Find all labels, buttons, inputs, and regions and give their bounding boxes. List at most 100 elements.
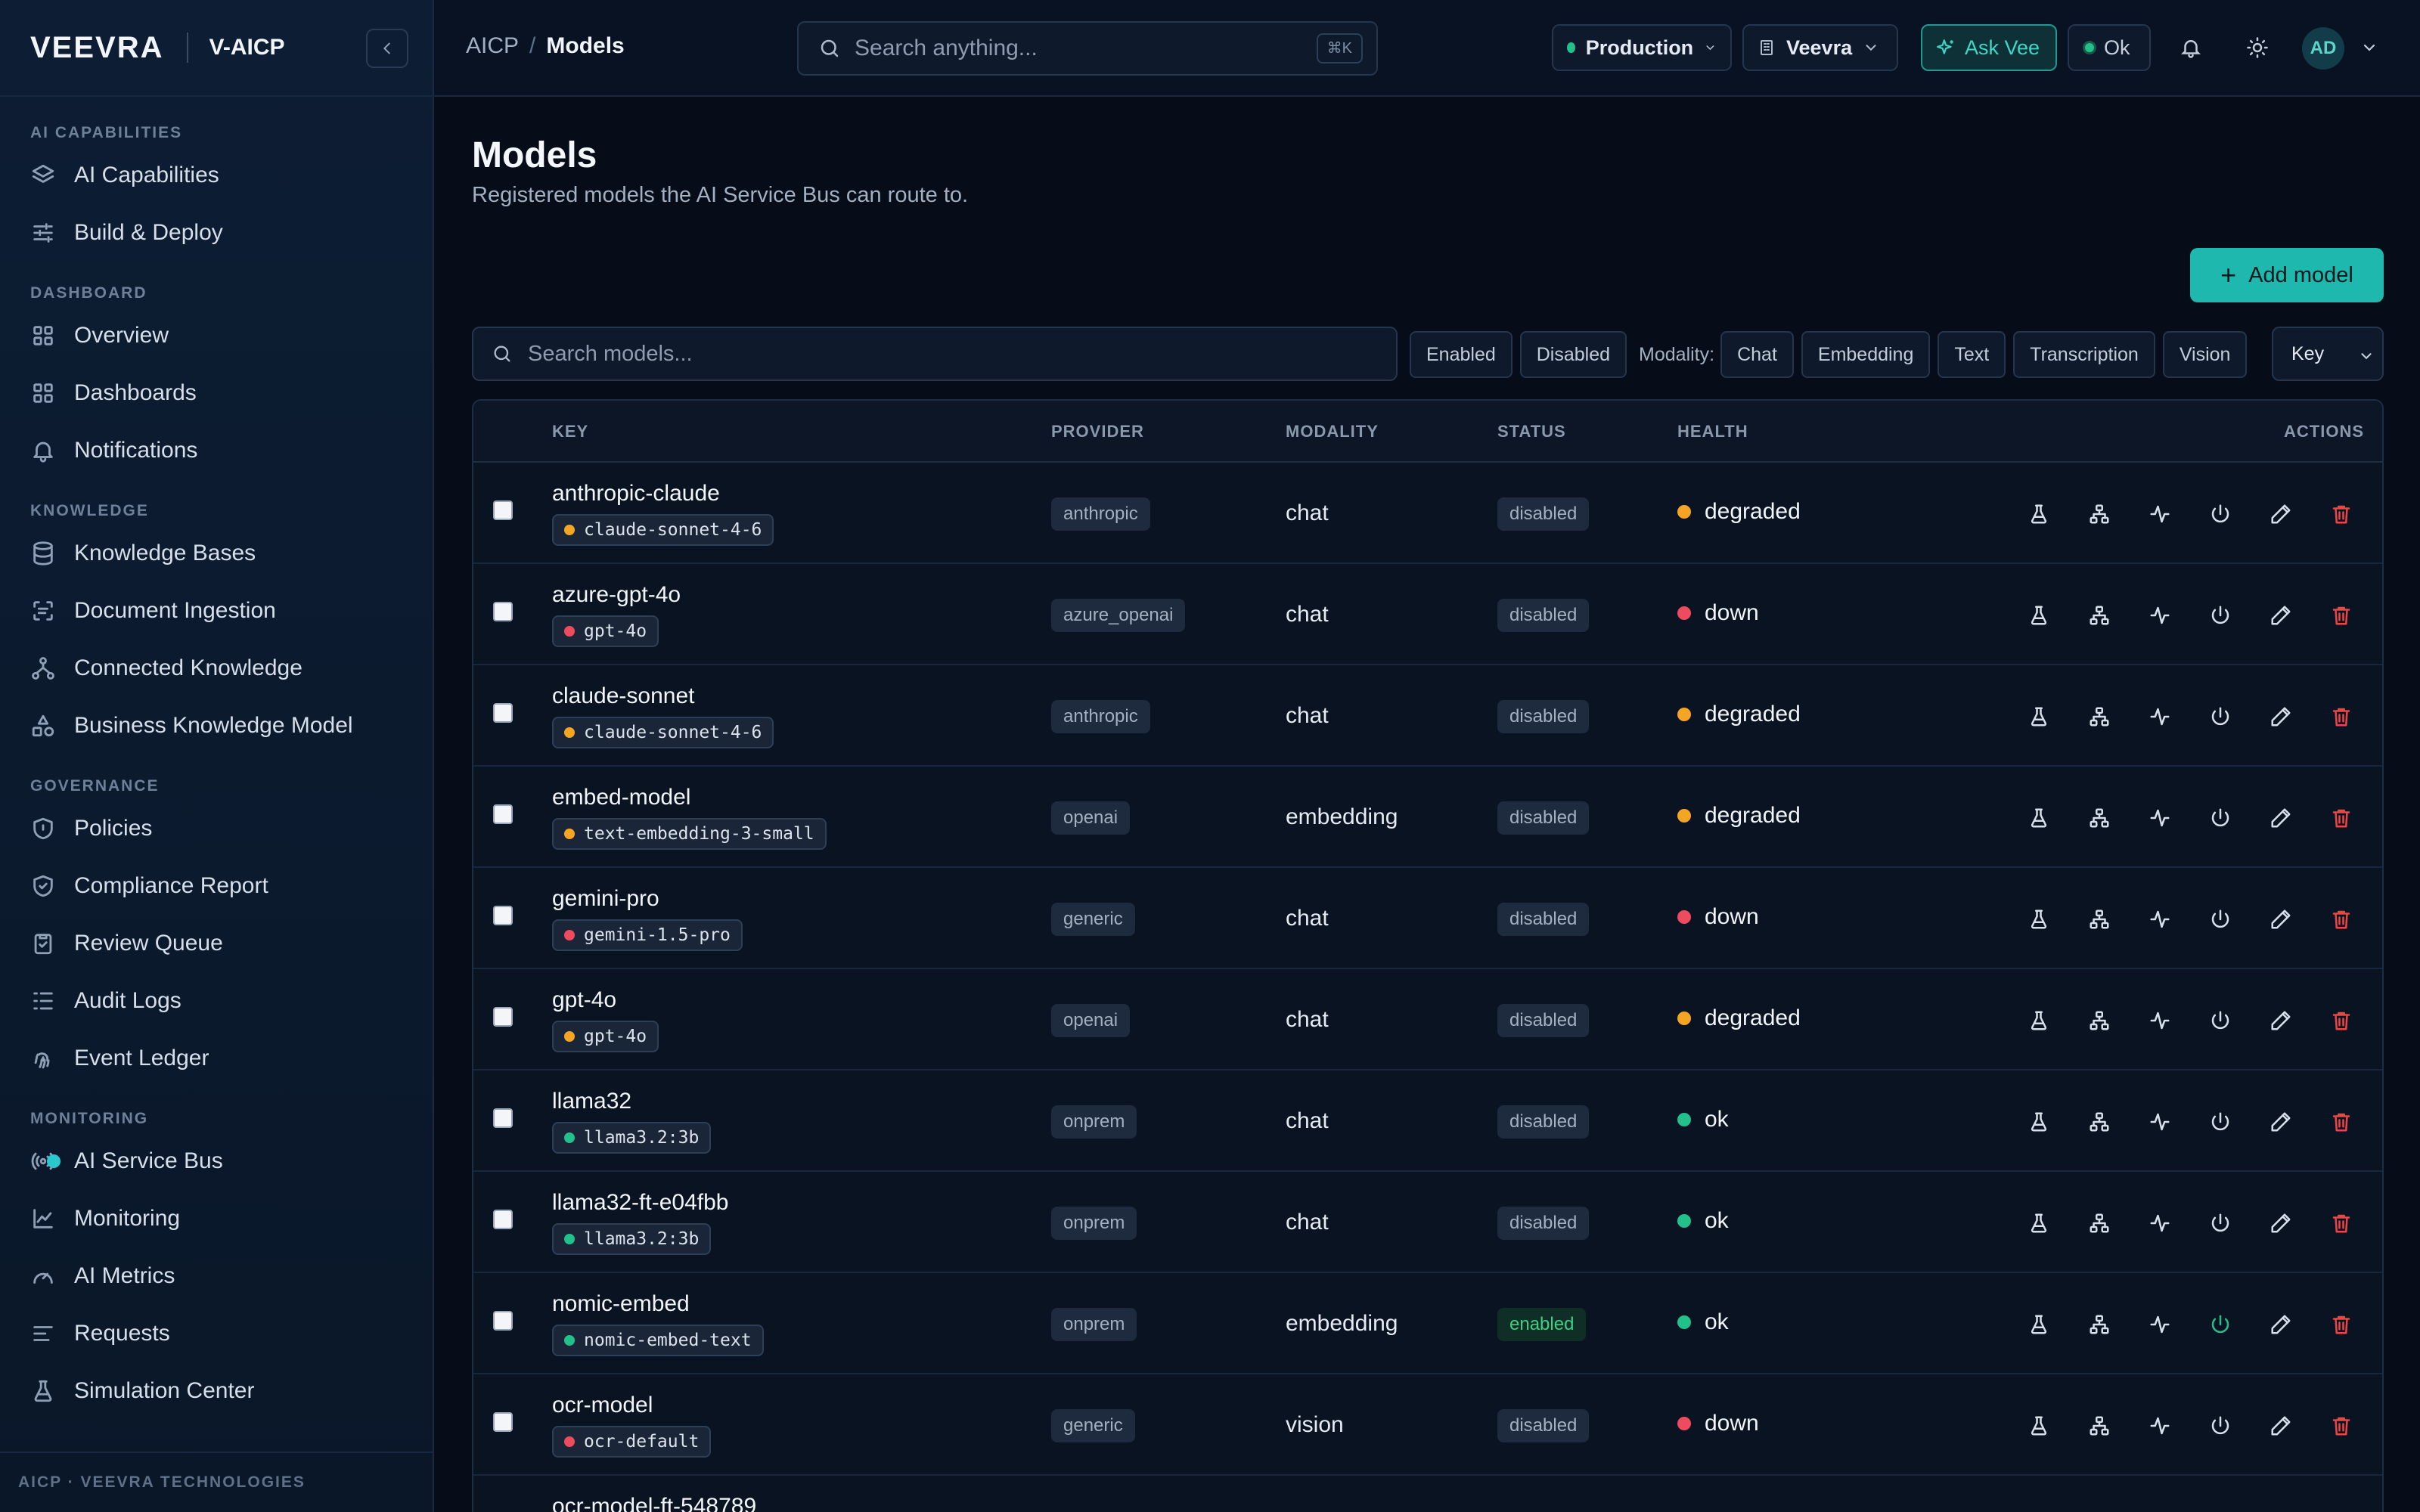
routing-network-button[interactable]	[2083, 1105, 2116, 1139]
environment-selector[interactable]: Production	[1552, 24, 1732, 71]
delete-trash-button[interactable]	[2325, 497, 2358, 531]
table-row[interactable]: gemini-pro gemini-1.5-pro generic chat disab…	[473, 868, 2382, 969]
row-select-checkbox[interactable]	[493, 1007, 513, 1027]
row-select-checkbox[interactable]	[493, 500, 513, 520]
sidebar-item-monitoring[interactable]: Monitoring	[0, 1190, 434, 1247]
table-row[interactable]: anthropic-claude claude-sonnet-4-6 anthrop…	[473, 463, 2382, 564]
activity-button[interactable]	[2143, 1207, 2176, 1240]
row-select-checkbox[interactable]	[493, 1412, 513, 1432]
table-row[interactable]: llama32-ft-e04fbb llama3.2:3b onprem chat di…	[473, 1172, 2382, 1273]
sort-select[interactable]: Key	[2272, 327, 2384, 381]
sidebar-item-review-queue[interactable]: Review Queue	[0, 915, 434, 972]
activity-button[interactable]	[2143, 903, 2176, 936]
ask-vee-button[interactable]: Ask Vee	[1921, 24, 2057, 71]
collapse-sidebar-button[interactable]	[366, 29, 408, 68]
column-header-status[interactable]: STATUS	[1497, 422, 1566, 442]
routing-network-button[interactable]	[2083, 1004, 2116, 1037]
sidebar-item-requests[interactable]: Requests	[0, 1305, 434, 1362]
activity-button[interactable]	[2143, 599, 2176, 632]
test-flask-button[interactable]	[2022, 700, 2055, 733]
sidebar-item-ai-service-bus[interactable]: AI Service Bus	[0, 1132, 434, 1190]
delete-trash-button[interactable]	[2325, 700, 2358, 733]
routing-network-button[interactable]	[2083, 1308, 2116, 1341]
test-flask-button[interactable]	[2022, 1308, 2055, 1341]
row-select-checkbox[interactable]	[493, 1311, 513, 1331]
filter-embedding-button[interactable]: Embedding	[1801, 331, 1931, 378]
power-button[interactable]	[2204, 1004, 2237, 1037]
sidebar-item-knowledge-bases[interactable]: Knowledge Bases	[0, 525, 434, 582]
table-row[interactable]: azure-gpt-4o gpt-4o azure_openai chat disabl…	[473, 564, 2382, 665]
sidebar-item-compliance-report[interactable]: Compliance Report	[0, 857, 434, 915]
sidebar-item-overview[interactable]: Overview	[0, 307, 434, 364]
sidebar-item-audit-logs[interactable]: Audit Logs	[0, 972, 434, 1030]
edit-pencil-button[interactable]	[2264, 1105, 2297, 1139]
power-button[interactable]	[2204, 1409, 2237, 1442]
activity-button[interactable]	[2143, 1308, 2176, 1341]
filter-text-button[interactable]: Text	[1938, 331, 2006, 378]
delete-trash-button[interactable]	[2325, 1409, 2358, 1442]
sidebar-item-notifications[interactable]: Notifications	[0, 422, 434, 479]
global-search-input[interactable]: Search anything... ⌘K	[797, 21, 1378, 76]
sidebar-item-ai-capabilities[interactable]: AI Capabilities	[0, 147, 434, 204]
routing-network-button[interactable]	[2083, 1207, 2116, 1240]
column-header-provider[interactable]: PROVIDER	[1051, 422, 1144, 442]
sidebar-item-build-deploy[interactable]: Build & Deploy	[0, 204, 434, 262]
routing-network-button[interactable]	[2083, 1409, 2116, 1442]
power-button[interactable]	[2204, 1308, 2237, 1341]
brand-logo[interactable]: VEEVRA	[30, 31, 164, 65]
power-button[interactable]	[2204, 599, 2237, 632]
model-key[interactable]: ocr-model-ft-548789	[552, 1494, 756, 1512]
routing-network-button[interactable]	[2083, 497, 2116, 531]
sidebar-item-simulation-center[interactable]: Simulation Center	[0, 1362, 434, 1420]
edit-pencil-button[interactable]	[2264, 497, 2297, 531]
edit-pencil-button[interactable]	[2264, 801, 2297, 835]
delete-trash-button[interactable]	[2325, 1105, 2358, 1139]
delete-trash-button[interactable]	[2325, 903, 2358, 936]
delete-trash-button[interactable]	[2325, 599, 2358, 632]
sidebar-item-event-ledger[interactable]: Event Ledger	[0, 1030, 434, 1087]
sidebar-item-ai-metrics[interactable]: AI Metrics	[0, 1247, 434, 1305]
sidebar-item-dashboards[interactable]: Dashboards	[0, 364, 434, 422]
power-button[interactable]	[2204, 1105, 2237, 1139]
routing-network-button[interactable]	[2083, 700, 2116, 733]
row-select-checkbox[interactable]	[493, 1108, 513, 1128]
column-header-health[interactable]: HEALTH	[1677, 422, 1748, 442]
routing-network-button[interactable]	[2083, 903, 2116, 936]
theme-toggle-button[interactable]	[2240, 30, 2275, 65]
test-flask-button[interactable]	[2022, 1409, 2055, 1442]
breadcrumb-parent[interactable]: AICP	[466, 33, 519, 58]
test-flask-button[interactable]	[2022, 1207, 2055, 1240]
edit-pencil-button[interactable]	[2264, 1308, 2297, 1341]
model-key[interactable]: claude-sonnet	[552, 683, 694, 709]
table-row[interactable]: llama32 llama3.2:3b onprem chat disabled ok	[473, 1070, 2382, 1172]
model-key[interactable]: gpt-4o	[552, 987, 616, 1013]
edit-pencil-button[interactable]	[2264, 903, 2297, 936]
power-button[interactable]	[2204, 700, 2237, 733]
activity-button[interactable]	[2143, 700, 2176, 733]
column-header-key[interactable]: KEY	[552, 422, 588, 442]
row-select-checkbox[interactable]	[493, 602, 513, 621]
model-key[interactable]: anthropic-claude	[552, 481, 720, 507]
power-button[interactable]	[2204, 801, 2237, 835]
model-key[interactable]: llama32-ft-e04fbb	[552, 1190, 728, 1216]
column-header-modality[interactable]: MODALITY	[1286, 422, 1379, 442]
filter-vision-button[interactable]: Vision	[2162, 331, 2248, 378]
delete-trash-button[interactable]	[2325, 801, 2358, 835]
routing-network-button[interactable]	[2083, 599, 2116, 632]
notifications-button[interactable]	[2173, 30, 2208, 65]
test-flask-button[interactable]	[2022, 599, 2055, 632]
test-flask-button[interactable]	[2022, 903, 2055, 936]
row-select-checkbox[interactable]	[493, 906, 513, 925]
table-row[interactable]: embed-model text-embedding-3-small openai e…	[473, 767, 2382, 868]
user-avatar[interactable]: AD	[2302, 27, 2344, 70]
filter-disabled-button[interactable]: Disabled	[1519, 331, 1627, 378]
filter-enabled-button[interactable]: Enabled	[1410, 331, 1512, 378]
edit-pencil-button[interactable]	[2264, 700, 2297, 733]
org-selector[interactable]: Veevra	[1742, 24, 1898, 71]
user-menu-button[interactable]	[2352, 30, 2387, 65]
model-key[interactable]: llama32	[552, 1089, 631, 1114]
row-select-checkbox[interactable]	[493, 1210, 513, 1229]
sidebar-item-connected-knowledge[interactable]: Connected Knowledge	[0, 640, 434, 697]
model-search-input[interactable]: Search models...	[472, 327, 1398, 381]
test-flask-button[interactable]	[2022, 801, 2055, 835]
